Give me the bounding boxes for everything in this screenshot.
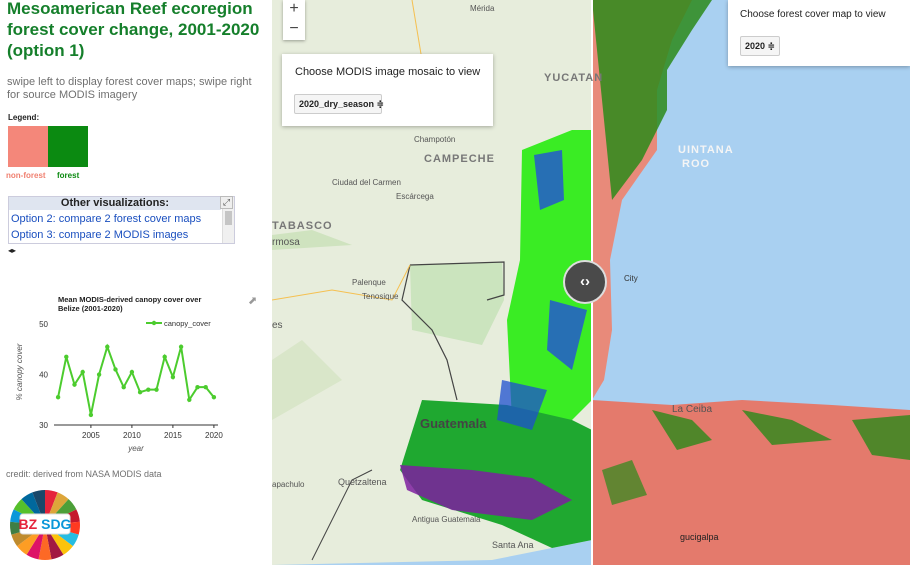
horizontal-scroll-arrows[interactable]: ◂▸ <box>8 246 16 255</box>
zoom-in-button[interactable]: + <box>283 0 305 20</box>
map-label-merida: Mérida <box>470 4 495 13</box>
chart-legend-label: canopy_cover <box>164 319 211 328</box>
credit-text: credit: derived from NASA MODIS data <box>6 469 162 479</box>
chart-x-label: year <box>127 444 144 453</box>
chart-point <box>88 412 94 418</box>
map-label-escarcega: Escárcega <box>396 192 434 201</box>
chart-point <box>211 395 217 400</box>
legend-label-forest: forest <box>57 171 80 180</box>
map-label-guatemala: Guatemala <box>420 416 487 431</box>
zoom-out-button[interactable]: − <box>283 20 305 40</box>
map-label-quetzaltena: Quetzaltena <box>338 477 387 487</box>
map-label-tegucigalpa: gucigalpa <box>680 532 719 542</box>
chart-point <box>187 397 192 402</box>
scrollbar-thumb[interactable] <box>225 211 232 225</box>
chart-x-tick-label: 2010 <box>123 431 141 440</box>
chart-point <box>137 389 143 395</box>
legend-label-non-forest: non-forest <box>6 171 46 180</box>
map-label-tabasco: TABASCO <box>272 220 333 232</box>
chart-point <box>203 384 208 390</box>
chart-series <box>55 343 217 418</box>
chart-point <box>146 387 151 392</box>
map-label-hermosillo: rmosa <box>272 237 300 248</box>
map-label-es: es <box>272 320 283 331</box>
link-option-2[interactable]: Option 2: compare 2 forest cover maps <box>11 212 201 226</box>
map-label-santa-ana: Santa Ana <box>492 540 534 550</box>
map-label-quintana: UINTANA <box>678 144 734 156</box>
forest-cover-panel: Choose forest cover map to view 2020 ≑ <box>728 0 910 66</box>
logo-text: BZ SDG <box>19 516 72 532</box>
chart-point <box>121 384 126 390</box>
chart-point <box>64 354 69 360</box>
other-visualizations-box: Other visualizations: Option 2: compare … <box>8 196 235 244</box>
map-label-belize-city: City <box>624 274 638 283</box>
chart-point <box>195 384 200 390</box>
chart-y-tick-label: 50 <box>39 320 48 329</box>
chart-x-tick-label: 2020 <box>205 431 223 440</box>
chart-point <box>105 344 110 349</box>
bz-sdg-logo: BZ SDG <box>10 490 80 560</box>
map-label-tapachula: apachulo <box>272 480 305 489</box>
chart-series-line <box>57 343 215 416</box>
map-label-antigua: Antigua Guatemala <box>412 515 481 524</box>
chart-point <box>55 395 61 400</box>
chart-x-tick-label: 2015 <box>164 431 182 440</box>
modis-mosaic-select[interactable]: 2020_dry_season ≑ <box>294 94 384 114</box>
page-subtitle: swipe left to display forest cover maps;… <box>7 76 252 101</box>
map-label-ciudad-del-carmen: Ciudad del Carmen <box>332 178 401 187</box>
chart-legend-marker <box>151 320 157 326</box>
chart-point <box>113 367 118 372</box>
map-label-champoton: Champotón <box>414 135 456 144</box>
forest-cover-label: Choose forest cover map to view <box>740 9 886 20</box>
sidebar: Mesoamerican Reef ecoregion forest cover… <box>0 0 272 565</box>
modis-mosaic-label: Choose MODIS image mosaic to view <box>295 66 481 78</box>
zoom-control: + − <box>283 0 305 40</box>
map-label-palenque: Palenque <box>352 278 386 287</box>
map-label-tenosique: Tenosique <box>362 292 399 301</box>
expand-icon[interactable]: ⤢ <box>220 196 233 209</box>
chart-legend: canopy_cover <box>146 319 211 328</box>
legend-swatch-forest <box>48 126 88 167</box>
forest-cover-year-select[interactable]: 2020 ≑ <box>740 36 780 56</box>
chart-point <box>96 372 102 377</box>
map-label-campeche: CAMPECHE <box>424 153 495 165</box>
swipe-handle[interactable]: ‹› <box>563 260 607 304</box>
chart-point <box>129 369 135 375</box>
map-label-yucatan: YUCATAN <box>544 72 604 84</box>
chart-x-tick-label: 2005 <box>82 431 100 440</box>
chart-point <box>162 354 167 360</box>
modis-mosaic-panel: Choose MODIS image mosaic to view 2020_d… <box>282 54 493 126</box>
chart-axes: 2005 2010 2015 2020 30 40 50 year % canopy cover <box>15 320 223 453</box>
link-option-3[interactable]: Option 3: compare 2 MODIS images <box>11 228 188 242</box>
chart-expand-icon[interactable]: ⬈ <box>248 294 257 307</box>
canopy-cover-chart: Mean MODIS-derived canopy cover over Bel… <box>15 295 223 453</box>
map-label-la-ceiba: La Ceiba <box>672 404 713 415</box>
chart-title-line-2: Belize (2001-2020) <box>58 304 123 313</box>
chart-point <box>170 374 176 380</box>
page-title: Mesoamerican Reef ecoregion forest cover… <box>7 0 260 60</box>
chart-y-tick-label: 40 <box>39 371 48 380</box>
chart-point <box>154 387 159 392</box>
chart-point <box>80 369 85 375</box>
chart-point <box>72 382 77 387</box>
map-label-roo: ROO <box>682 158 711 170</box>
chart-y-tick-label: 30 <box>39 421 48 430</box>
legend-swatch-non-forest <box>8 126 48 167</box>
chart-title-line-1: Mean MODIS-derived canopy cover over <box>58 295 201 304</box>
chart-y-label: % canopy cover <box>15 343 24 400</box>
other-visualizations-heading: Other visualizations: <box>9 197 221 210</box>
chart-point <box>178 344 184 349</box>
legend-title: Legend: <box>8 113 40 122</box>
